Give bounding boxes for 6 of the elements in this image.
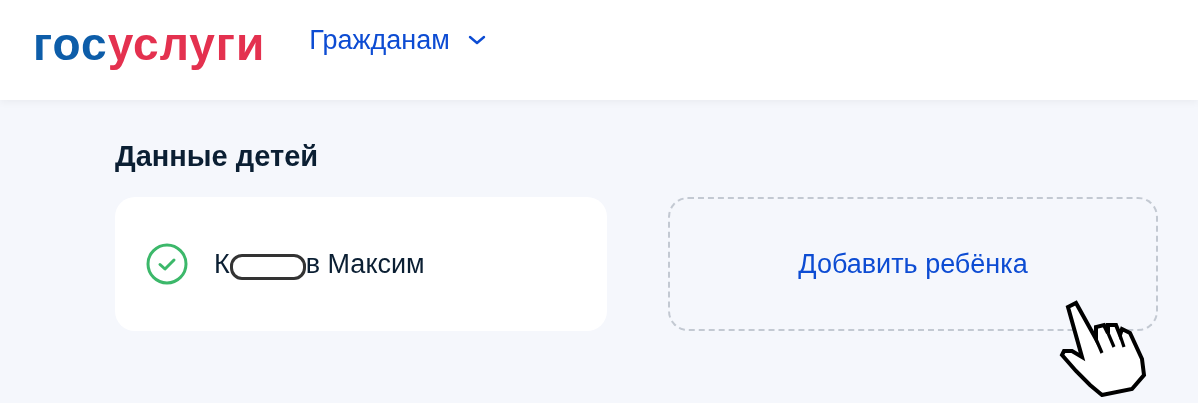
child-card[interactable]: К в Максим bbox=[115, 197, 607, 331]
chevron-icon bbox=[467, 34, 486, 46]
citizens-menu[interactable]: Гражданам bbox=[309, 24, 486, 56]
child-name-end: в Максим bbox=[305, 248, 425, 280]
section-title: Данные детей bbox=[115, 140, 320, 173]
child-name-start: К bbox=[214, 248, 230, 280]
